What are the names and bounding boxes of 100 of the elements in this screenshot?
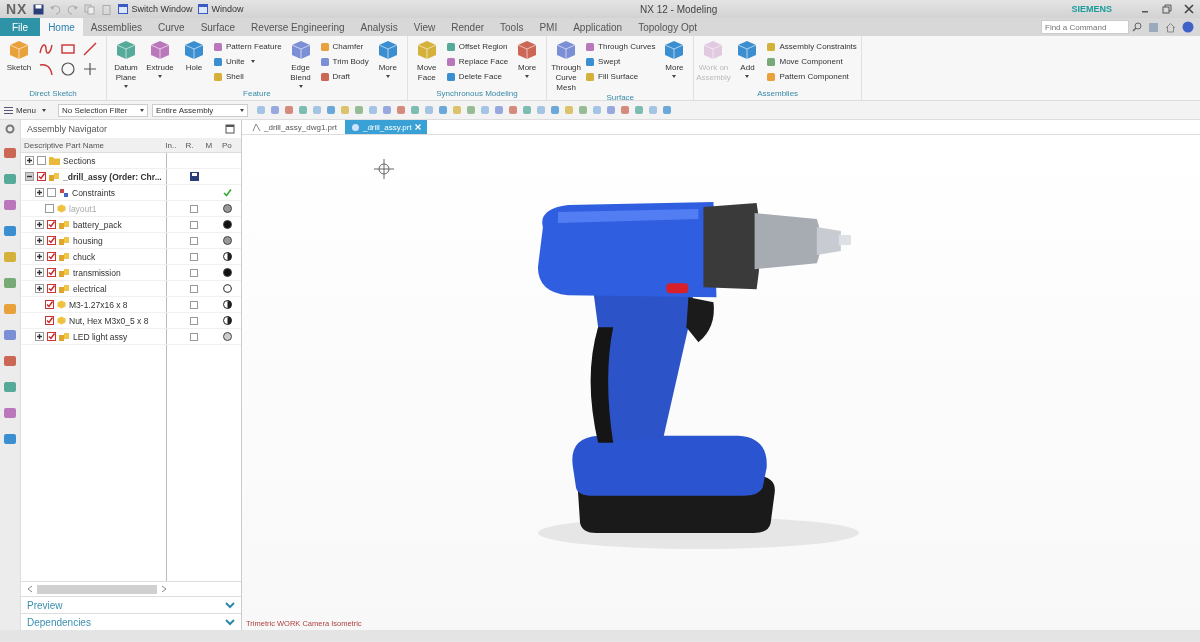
ribbon-button[interactable]: Hole bbox=[179, 38, 209, 73]
ribbon-button[interactable]: Add bbox=[732, 38, 763, 78]
navigator-tab-icon[interactable] bbox=[3, 250, 17, 264]
expand-icon[interactable] bbox=[35, 188, 44, 197]
arc-icon[interactable] bbox=[38, 61, 54, 77]
save-icon[interactable] bbox=[33, 3, 45, 15]
column-header[interactable]: Descriptive Part Name bbox=[21, 140, 163, 150]
part-name[interactable]: Sections bbox=[63, 155, 96, 166]
reference-checkbox[interactable] bbox=[190, 332, 198, 341]
ribbon-tab[interactable]: Home bbox=[40, 18, 83, 36]
navigator-tab-icon[interactable] bbox=[3, 224, 17, 238]
reference-checkbox[interactable] bbox=[190, 316, 198, 325]
reference-checkbox[interactable] bbox=[190, 268, 198, 277]
command-search-field[interactable]: Find a Command bbox=[1041, 20, 1129, 34]
checkbox[interactable] bbox=[47, 188, 56, 197]
ribbon-tab[interactable]: Surface bbox=[192, 18, 244, 36]
part-name[interactable]: _drill_assy (Order: Chr... bbox=[63, 171, 162, 182]
part-name[interactable]: Constraints bbox=[72, 187, 115, 198]
ribbon-button[interactable]: Move Component bbox=[766, 55, 857, 68]
expand-icon[interactable] bbox=[35, 236, 44, 245]
ribbon-button[interactable]: Sketch bbox=[4, 38, 34, 73]
expand-icon[interactable] bbox=[35, 268, 44, 277]
ribbon-tab[interactable]: Topology Opt bbox=[630, 18, 706, 36]
expand-icon[interactable] bbox=[35, 332, 44, 341]
column-header[interactable]: R. bbox=[182, 140, 203, 150]
ribbon-button[interactable]: Draft bbox=[319, 70, 369, 83]
ribbon-button[interactable]: Extrude bbox=[145, 38, 175, 78]
column-header[interactable]: M bbox=[202, 140, 219, 150]
navigator-tab-icon[interactable] bbox=[3, 276, 17, 290]
ribbon-button[interactable]: Datum Plane bbox=[111, 38, 141, 88]
part-name[interactable]: Nut, Hex M3x0_5 x 8 bbox=[69, 315, 149, 326]
checkbox[interactable] bbox=[47, 252, 56, 261]
ribbon-button[interactable]: More bbox=[659, 38, 690, 78]
reference-checkbox[interactable] bbox=[190, 236, 198, 245]
ribbon-button[interactable]: Pattern Component bbox=[766, 70, 857, 83]
expand-icon[interactable] bbox=[35, 220, 44, 229]
undo-icon[interactable] bbox=[50, 3, 62, 15]
ribbon-button[interactable]: Move Face bbox=[411, 38, 442, 83]
ribbon-tab[interactable]: PMI bbox=[531, 18, 566, 36]
navigator-tab-icon[interactable] bbox=[3, 406, 17, 420]
reference-checkbox[interactable] bbox=[190, 252, 198, 261]
ribbon-button[interactable]: Offset Region bbox=[445, 40, 509, 53]
ribbon-button[interactable]: Replace Face bbox=[445, 55, 509, 68]
help-icon[interactable] bbox=[1182, 21, 1194, 33]
home-icon[interactable] bbox=[1165, 21, 1176, 33]
ribbon-tab[interactable]: Reverse Engineering bbox=[243, 18, 353, 36]
panel-header[interactable]: Preview bbox=[21, 596, 241, 613]
ribbon-tab[interactable]: Assemblies bbox=[82, 18, 150, 36]
ribbon-tab[interactable]: Curve bbox=[149, 18, 193, 36]
scroll-left-icon[interactable] bbox=[27, 585, 33, 593]
navigator-tab-icon[interactable] bbox=[3, 302, 17, 316]
part-name[interactable]: battery_pack bbox=[73, 219, 122, 230]
part-name[interactable]: M3-1.27x16 x 8 bbox=[69, 299, 128, 310]
ribbon-tab[interactable]: Analysis bbox=[352, 18, 406, 36]
navigator-tab-icon[interactable] bbox=[3, 432, 17, 446]
circle-icon[interactable] bbox=[60, 61, 76, 77]
close-icon[interactable] bbox=[1184, 4, 1194, 14]
studio-spline-icon[interactable] bbox=[38, 41, 54, 57]
ribbon-button[interactable]: Shell bbox=[213, 70, 282, 83]
reference-checkbox[interactable] bbox=[190, 284, 198, 293]
quick-access-button[interactable]: Switch Window bbox=[118, 4, 193, 14]
ribbon-tab[interactable]: View bbox=[405, 18, 444, 36]
checkbox[interactable] bbox=[37, 156, 46, 165]
part-name[interactable]: chuck bbox=[73, 251, 96, 262]
ribbon-button[interactable]: Through Curve Mesh bbox=[551, 38, 582, 93]
plus-icon[interactable] bbox=[82, 61, 98, 77]
checkbox[interactable] bbox=[47, 332, 56, 341]
checkbox[interactable] bbox=[47, 268, 56, 277]
ribbon-button[interactable]: Pattern Feature bbox=[213, 40, 282, 53]
copy-icon[interactable] bbox=[84, 3, 96, 15]
scrollbar-thumb[interactable] bbox=[37, 584, 157, 594]
navigator-tab-icon[interactable] bbox=[3, 380, 17, 394]
ribbon-tab[interactable]: Application bbox=[565, 18, 631, 36]
ribbon-button[interactable]: Delete Face bbox=[445, 70, 509, 83]
maximize-icon[interactable] bbox=[225, 124, 235, 134]
checkbox[interactable] bbox=[45, 316, 54, 325]
column-header[interactable]: Po bbox=[218, 140, 241, 150]
collapse-icon[interactable] bbox=[25, 172, 34, 181]
ribbon-tab[interactable]: Render bbox=[443, 18, 493, 36]
checkbox[interactable] bbox=[47, 236, 56, 245]
settings-icon[interactable] bbox=[5, 124, 15, 134]
part-name[interactable]: housing bbox=[73, 235, 103, 246]
paste-icon[interactable] bbox=[101, 3, 113, 15]
checkbox[interactable] bbox=[47, 284, 56, 293]
ribbon-button[interactable]: Chamfer bbox=[319, 40, 369, 53]
expand-icon[interactable] bbox=[25, 156, 34, 165]
navigator-tab-icon[interactable] bbox=[3, 354, 17, 368]
checkbox[interactable] bbox=[47, 220, 56, 229]
rectangle-icon[interactable] bbox=[60, 41, 76, 57]
ribbon-button[interactable]: More bbox=[372, 38, 403, 78]
file-menu-tab[interactable]: File bbox=[0, 18, 41, 36]
navigator-tab-icon[interactable] bbox=[3, 172, 17, 186]
ribbon-button[interactable]: Assembly Constraints bbox=[766, 40, 857, 53]
column-header[interactable]: In.. bbox=[162, 140, 183, 150]
ribbon-button[interactable]: Unite bbox=[213, 55, 282, 68]
part-name[interactable]: transmission bbox=[73, 267, 121, 278]
selection-filter-dropdown[interactable]: No Selection Filter bbox=[58, 103, 148, 117]
ribbon-button[interactable]: Trim Body bbox=[319, 55, 369, 68]
ribbon-button[interactable]: Swept bbox=[585, 55, 656, 68]
restore-icon[interactable] bbox=[1162, 4, 1172, 14]
